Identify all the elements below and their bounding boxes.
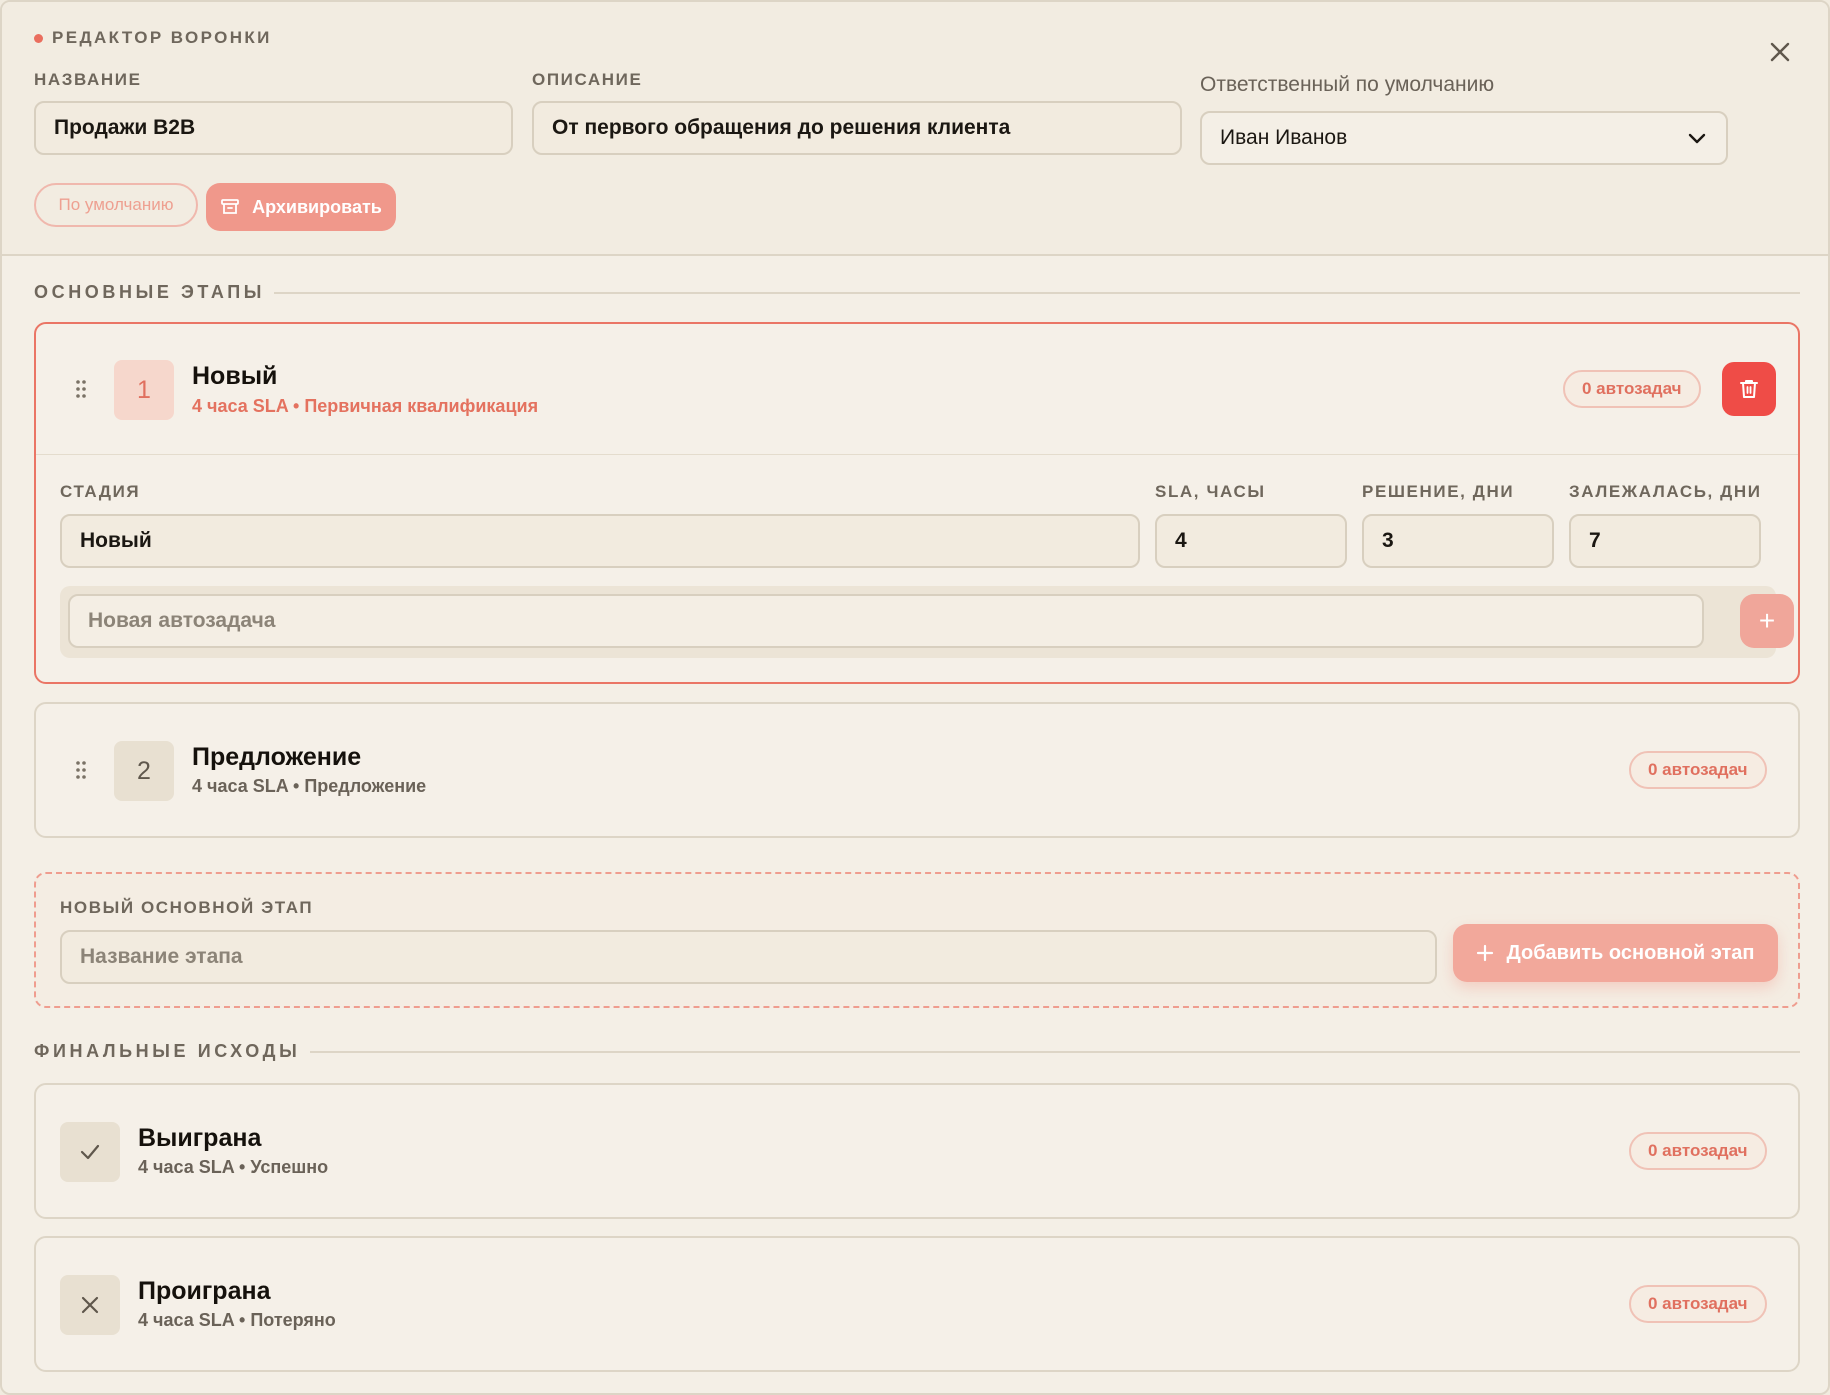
- main-stages-divider: [274, 292, 1800, 294]
- final-outcomes-heading: ФИНАЛЬНЫЕ ИСХОДЫ: [34, 1041, 301, 1061]
- plus-icon: [1477, 944, 1494, 962]
- owner-select[interactable]: Иван Иванов: [1200, 111, 1728, 165]
- autotask-row: +: [60, 586, 1794, 658]
- x-icon: [81, 1296, 99, 1314]
- editor-header: РЕДАКТОР ВОРОНКИ НАЗВАНИЕ ОПИСАНИЕ Ответ…: [2, 2, 1828, 256]
- stage-meta: 4 часа SLA • Предложение: [192, 776, 427, 796]
- description-field[interactable]: [532, 101, 1182, 155]
- outcome-meta: 4 часа SLA • Потеряно: [138, 1310, 336, 1330]
- outcome-name: Выиграна: [138, 1124, 262, 1152]
- trash-icon: [1740, 380, 1758, 398]
- add-main-stage-label: Добавить основной этап: [1506, 941, 1755, 964]
- accent-dot-icon: [34, 33, 43, 43]
- close-button[interactable]: [1764, 36, 1796, 68]
- archive-button[interactable]: Архивировать: [206, 183, 396, 231]
- name-label: НАЗВАНИЕ: [34, 70, 142, 89]
- stage-card-1[interactable]: 1 Новый 4 часа SLA • Первичная квалифика…: [34, 322, 1800, 684]
- funnel-editor-panel: РЕДАКТОР ВОРОНКИ НАЗВАНИЕ ОПИСАНИЕ Ответ…: [0, 0, 1830, 1395]
- chevron-down-icon: [1688, 133, 1706, 144]
- autotasks-badge[interactable]: 0 автозадач: [1629, 1285, 1767, 1323]
- add-autotask-button[interactable]: +: [1740, 594, 1794, 648]
- owner-label: Ответственный по умолчанию: [1200, 73, 1495, 96]
- stage-meta: 4 часа SLA • Первичная квалификация: [192, 396, 539, 416]
- check-icon: [80, 1144, 100, 1160]
- add-main-stage-button[interactable]: Добавить основной этап: [1453, 924, 1778, 982]
- new-stage-label: НОВЫЙ ОСНОВНОЙ ЭТАП: [60, 898, 314, 917]
- stage-number: 1: [114, 360, 174, 420]
- new-stage-name-input[interactable]: [60, 930, 1437, 984]
- stage-name-field[interactable]: [60, 514, 1140, 568]
- stale-days-field[interactable]: [1569, 514, 1761, 568]
- outcome-card-won[interactable]: Выиграна 4 часа SLA • Успешно 0 автозада…: [34, 1083, 1800, 1219]
- stage-card-2[interactable]: 2 Предложение 4 часа SLA • Предложение 0…: [34, 702, 1800, 838]
- close-icon: [1770, 42, 1790, 62]
- owner-select-value: Иван Иванов: [1220, 126, 1348, 149]
- main-stages-heading: ОСНОВНЫЕ ЭТАПЫ: [34, 282, 266, 302]
- description-label: ОПИСАНИЕ: [532, 70, 643, 89]
- delete-stage-button[interactable]: [1722, 362, 1776, 416]
- sla-field-label: SLA, ЧАСЫ: [1155, 482, 1266, 501]
- outcome-icon-box: [60, 1275, 120, 1335]
- outcome-name: Проиграна: [138, 1277, 271, 1305]
- outcome-card-lost[interactable]: Проиграна 4 часа SLA • Потеряно 0 автоза…: [34, 1236, 1800, 1372]
- sla-hours-field[interactable]: [1155, 514, 1347, 568]
- stage-card-divider: [36, 454, 1798, 455]
- autotasks-badge[interactable]: 0 автозадач: [1629, 751, 1767, 789]
- new-autotask-input[interactable]: [68, 594, 1704, 648]
- stage-field-label: СТАДИЯ: [60, 482, 141, 501]
- archive-button-label: Архивировать: [252, 196, 382, 217]
- stage-number: 2: [114, 741, 174, 801]
- autotasks-badge[interactable]: 0 автозадач: [1563, 370, 1701, 408]
- stage-name: Предложение: [192, 743, 362, 771]
- new-stage-form: НОВЫЙ ОСНОВНОЙ ЭТАП Добавить основной эт…: [34, 872, 1800, 1008]
- archive-icon: [221, 199, 240, 214]
- final-outcomes-divider: [310, 1051, 1800, 1053]
- outcome-meta: 4 часа SLA • Успешно: [138, 1157, 329, 1177]
- eyebrow-text: РЕДАКТОР ВОРОНКИ: [52, 28, 272, 47]
- drag-handle-icon[interactable]: [74, 378, 88, 400]
- outcome-icon-box: [60, 1122, 120, 1182]
- editor-eyebrow: РЕДАКТОР ВОРОНКИ: [34, 28, 272, 48]
- name-field[interactable]: [34, 101, 513, 155]
- drag-handle-icon[interactable]: [74, 759, 88, 781]
- stage-name: Новый: [192, 362, 278, 390]
- stale-field-label: ЗАЛЕЖАЛАСЬ, ДНИ: [1569, 482, 1762, 501]
- default-button[interactable]: По умолчанию: [34, 183, 198, 227]
- decision-field-label: РЕШЕНИЕ, ДНИ: [1362, 482, 1515, 501]
- decision-days-field[interactable]: [1362, 514, 1554, 568]
- autotasks-badge[interactable]: 0 автозадач: [1629, 1132, 1767, 1170]
